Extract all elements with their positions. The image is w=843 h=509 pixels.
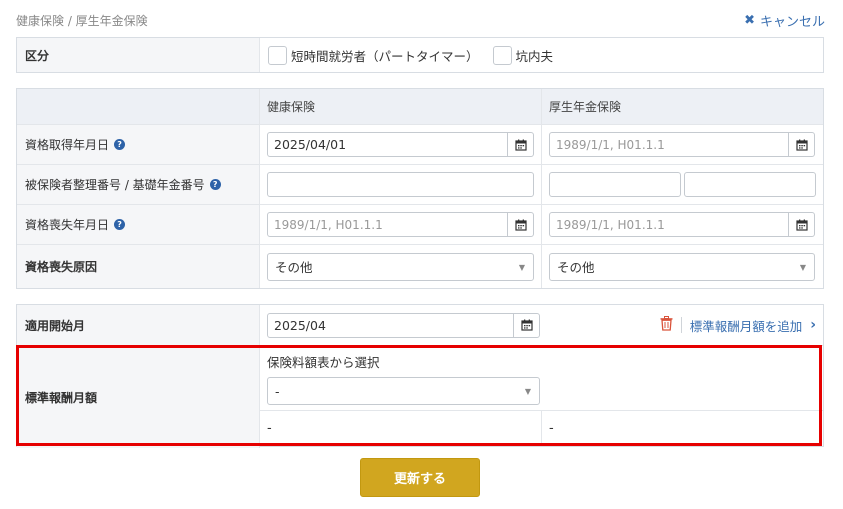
applied-month-label: 適用開始月 xyxy=(17,305,260,345)
premium-table-select-value: - xyxy=(275,383,280,399)
pension-loss-date-input[interactable]: 1989/1/1, H01.1.1 xyxy=(549,212,815,237)
breadcrumb: 健康保険 / 厚生年金保険 xyxy=(16,14,148,28)
applied-month-input[interactable]: 2025/04 xyxy=(267,312,540,338)
trash-icon[interactable] xyxy=(660,316,673,334)
table-row: 資格取得年月日 ? 2025/04/01 1989/1/1, H01.1.1 xyxy=(17,125,823,165)
premium-table-select[interactable]: - ▼ xyxy=(267,377,540,405)
chevron-down-icon: ▼ xyxy=(518,262,525,272)
miner-checkbox[interactable] xyxy=(492,45,512,65)
cancel-label: キャンセル xyxy=(759,15,825,30)
pension-number-part1-input[interactable] xyxy=(549,172,681,197)
insured-number-label: 被保険者整理番号 / 基礎年金番号 xyxy=(25,178,205,192)
cancel-button[interactable]: ✖ キャンセル xyxy=(744,11,825,30)
chevron-down-icon: ▼ xyxy=(524,387,531,396)
health-loss-reason-select[interactable]: その他 ▼ xyxy=(267,252,534,281)
calendar-icon[interactable] xyxy=(513,313,539,337)
table-row: 被保険者整理番号 / 基礎年金番号 ? xyxy=(17,165,823,205)
calendar-icon[interactable] xyxy=(507,133,533,156)
table-row: 適用開始月 2025/04 標準報酬月額を追加 › xyxy=(17,305,823,346)
chevron-down-icon: ▼ xyxy=(799,262,806,272)
pension-standard-value: - xyxy=(549,421,554,436)
divider xyxy=(680,317,682,333)
loss-date-label: 資格喪失年月日 xyxy=(25,218,110,232)
header-pension: 厚生年金保険 xyxy=(542,89,823,124)
help-icon[interactable]: ? xyxy=(114,219,126,230)
standard-remuneration-section: 適用開始月 2025/04 標準報酬月額を追加 › 標準報酬月額 保険料額表から… xyxy=(16,304,824,448)
acquire-date-label-cell: 資格取得年月日 ? xyxy=(17,125,260,164)
add-remuneration-link[interactable]: 標準報酬月額を追加 xyxy=(690,316,803,335)
pension-number-part2-input[interactable] xyxy=(684,172,816,197)
table-header-row: 健康保険 厚生年金保険 xyxy=(17,89,823,125)
update-button[interactable]: 更新する xyxy=(360,458,480,497)
close-icon: ✖ xyxy=(744,13,755,28)
help-icon[interactable]: ? xyxy=(209,179,221,190)
calendar-icon[interactable] xyxy=(507,213,533,236)
pension-loss-reason-value: その他 xyxy=(557,260,595,275)
health-loss-date-placeholder: 1989/1/1, H01.1.1 xyxy=(274,217,383,232)
table-row: 資格喪失原因 その他 ▼ その他 ▼ xyxy=(17,245,823,288)
chevron-right-icon[interactable]: › xyxy=(810,317,816,333)
calendar-icon[interactable] xyxy=(788,213,814,236)
miner-label: 坑内夫 xyxy=(515,48,554,64)
health-insured-number-input[interactable] xyxy=(267,172,534,197)
miner-option[interactable]: 坑内夫 xyxy=(492,45,554,65)
premium-table-select-title: 保険料額表から選択 xyxy=(267,355,380,370)
acquire-date-label: 資格取得年月日 xyxy=(25,138,110,152)
header-health: 健康保険 xyxy=(260,89,542,124)
part-timer-checkbox[interactable] xyxy=(268,45,287,65)
health-loss-date-input[interactable]: 1989/1/1, H01.1.1 xyxy=(267,212,534,237)
health-acquire-date-input[interactable]: 2025/04/01 xyxy=(267,132,534,157)
table-row: 資格喪失年月日 ? 1989/1/1, H01.1.1 1989/1/1, H0… xyxy=(17,205,823,245)
calendar-icon[interactable] xyxy=(788,133,814,156)
loss-date-label-cell: 資格喪失年月日 ? xyxy=(17,205,260,244)
header-blank xyxy=(17,89,260,124)
pension-loss-reason-select[interactable]: その他 ▼ xyxy=(549,252,815,281)
insurance-table: 健康保険 厚生年金保険 資格取得年月日 ? 2025/04/01 1989/1/… xyxy=(16,88,824,289)
health-loss-reason-value: その他 xyxy=(275,260,313,275)
table-row: 標準報酬月額 保険料額表から選択 - ▼ - - xyxy=(17,346,823,448)
pension-acquire-date-placeholder: 1989/1/1, H01.1.1 xyxy=(556,137,665,152)
classification-label: 区分 xyxy=(17,38,260,72)
part-timer-label: 短時間就労者（パートタイマー） xyxy=(291,48,479,64)
insured-number-label-cell: 被保険者整理番号 / 基礎年金番号 ? xyxy=(17,165,260,204)
classification-section: 区分 短時間就労者（パートタイマー） 坑内夫 xyxy=(16,37,824,73)
pension-acquire-date-input[interactable]: 1989/1/1, H01.1.1 xyxy=(549,132,815,157)
pension-loss-date-placeholder: 1989/1/1, H01.1.1 xyxy=(556,217,665,232)
help-icon[interactable]: ? xyxy=(114,139,126,150)
standard-remuneration-label: 標準報酬月額 xyxy=(17,346,260,448)
health-standard-value: - xyxy=(260,411,542,446)
part-timer-option[interactable]: 短時間就労者（パートタイマー） xyxy=(268,45,479,65)
applied-month-value: 2025/04 xyxy=(274,317,326,333)
health-acquire-date-value: 2025/04/01 xyxy=(274,137,347,152)
loss-reason-label: 資格喪失原因 xyxy=(17,245,260,288)
